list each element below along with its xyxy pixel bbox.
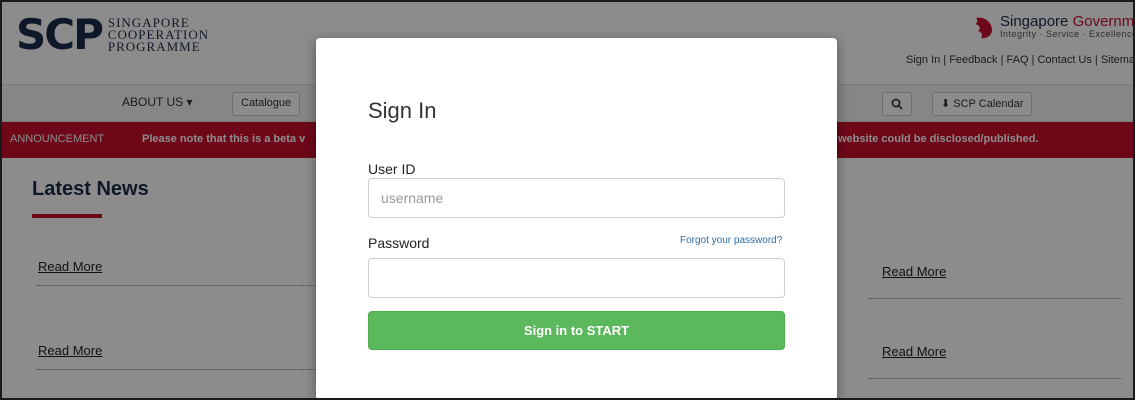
user-id-label: User ID [368, 161, 416, 177]
password-label: Password [368, 235, 430, 251]
username-input[interactable] [368, 178, 785, 218]
browser-frame: SCP SINGAPORE COOPERATION PROGRAMME Sing… [0, 0, 1135, 400]
sign-in-modal: Sign In User ID Password Forgot your pas… [316, 38, 837, 398]
modal-title: Sign In [368, 98, 437, 123]
forgot-password-link[interactable]: Forgot your password? [680, 235, 782, 246]
password-input[interactable] [368, 258, 785, 298]
sign-in-button[interactable]: Sign in to START [368, 311, 785, 350]
